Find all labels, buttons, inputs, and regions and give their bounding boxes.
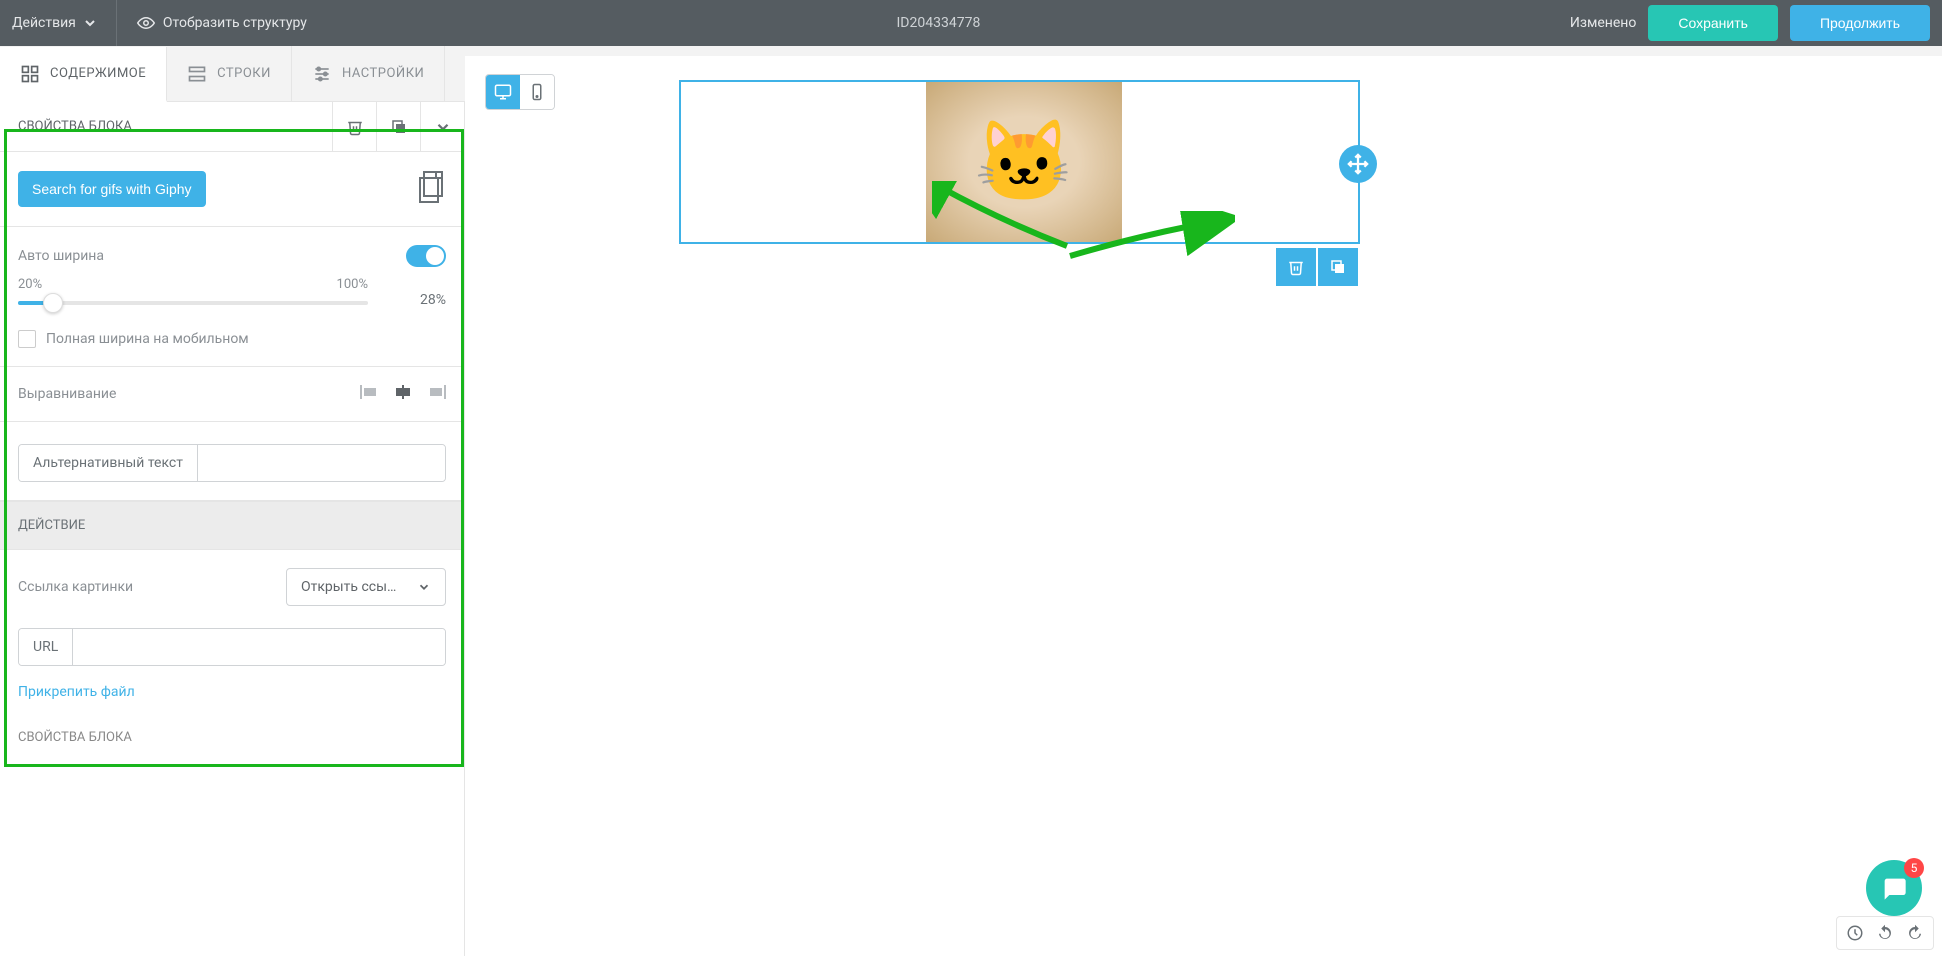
- eye-icon: [137, 14, 155, 32]
- slider-value: 28%: [420, 292, 446, 308]
- url-prefix: URL: [19, 629, 73, 665]
- selected-image-block[interactable]: [679, 80, 1360, 244]
- copy-icon: [1329, 258, 1347, 276]
- giphy-search-button[interactable]: Search for gifs with Giphy: [18, 171, 206, 207]
- actions-label: Действия: [12, 15, 76, 31]
- chevron-down-icon: [434, 118, 452, 136]
- undo-button[interactable]: [1871, 921, 1899, 945]
- files-icon: [416, 170, 446, 204]
- alignment-label: Выравнивание: [18, 386, 116, 402]
- redo-button[interactable]: [1901, 921, 1929, 945]
- history-icon: [1846, 924, 1864, 942]
- full-width-mobile-label: Полная ширина на мобильном: [46, 331, 249, 347]
- align-center-button[interactable]: [394, 385, 412, 403]
- width-slider[interactable]: [18, 301, 368, 305]
- attach-file-link[interactable]: Прикрепить файл: [0, 684, 464, 718]
- alt-text-input[interactable]: [198, 445, 445, 481]
- tab-content-label: СОДЕРЖИМОЕ: [50, 66, 146, 81]
- panel-title: СВОЙСТВА БЛОКА: [18, 119, 132, 134]
- alt-text-prefix: Альтернативный текст: [19, 445, 198, 481]
- align-right-icon: [428, 385, 446, 399]
- properties-sidebar: СВОЙСТВА БЛОКА Search for gifs with Giph…: [0, 102, 465, 956]
- files-button[interactable]: [416, 170, 446, 208]
- align-left-icon: [360, 385, 378, 399]
- action-section-title: ДЕЙСТВИЕ: [0, 501, 464, 550]
- move-handle[interactable]: [1339, 145, 1377, 183]
- duplicate-button[interactable]: [376, 102, 420, 151]
- desktop-icon: [494, 83, 512, 101]
- actions-menu[interactable]: Действия: [12, 0, 117, 46]
- document-id: ID204334778: [307, 15, 1570, 31]
- block-duplicate-button[interactable]: [1318, 248, 1358, 286]
- save-button[interactable]: Сохранить: [1648, 5, 1778, 41]
- panel-header: СВОЙСТВА БЛОКА: [0, 102, 464, 152]
- link-type-value: Открыть ссы…: [301, 579, 396, 595]
- chat-badge: 5: [1904, 858, 1924, 878]
- block-delete-button[interactable]: [1276, 248, 1316, 286]
- undo-icon: [1876, 924, 1894, 942]
- device-preview-toggle: [485, 74, 555, 110]
- slider-max: 100%: [337, 277, 368, 292]
- delete-button[interactable]: [332, 102, 376, 151]
- url-input[interactable]: [73, 629, 445, 665]
- trash-icon: [1287, 258, 1305, 276]
- redo-icon: [1906, 924, 1924, 942]
- show-structure-toggle[interactable]: Отобразить структуру: [137, 14, 307, 32]
- slider-min: 20%: [18, 277, 42, 292]
- continue-button[interactable]: Продолжить: [1790, 5, 1930, 41]
- tab-settings-label: НАСТРОЙКИ: [342, 66, 424, 81]
- auto-width-toggle[interactable]: [406, 245, 446, 267]
- copy-icon: [390, 118, 408, 136]
- show-structure-label: Отобразить структуру: [163, 15, 307, 31]
- tab-rows-label: СТРОКИ: [217, 66, 271, 81]
- move-icon: [1347, 153, 1369, 175]
- grid-icon: [20, 64, 40, 84]
- rows-icon: [187, 64, 207, 84]
- chevron-down-icon: [417, 580, 431, 594]
- block-toolbar: [1274, 248, 1358, 286]
- save-status: Изменено: [1570, 15, 1636, 31]
- url-group: URL: [18, 628, 446, 666]
- tab-settings[interactable]: НАСТРОЙКИ: [292, 46, 445, 101]
- link-type-select[interactable]: Открыть ссы…: [286, 568, 446, 606]
- align-right-button[interactable]: [428, 385, 446, 403]
- mobile-view-button[interactable]: [520, 75, 554, 109]
- top-bar: Действия Отобразить структуру ID20433477…: [0, 0, 1942, 46]
- collapse-button[interactable]: [420, 102, 464, 151]
- sliders-icon: [312, 64, 332, 84]
- align-center-icon: [394, 385, 412, 399]
- full-width-mobile-checkbox[interactable]: [18, 330, 36, 348]
- history-button[interactable]: [1841, 921, 1869, 945]
- history-toolbar: [1836, 916, 1934, 950]
- align-left-button[interactable]: [360, 385, 378, 403]
- alt-text-group: Альтернативный текст: [18, 444, 446, 482]
- lower-panel-title: СВОЙСТВА БЛОКА: [0, 718, 464, 757]
- editor-canvas: [465, 56, 1942, 956]
- cat-image: [926, 82, 1122, 242]
- image-link-label: Ссылка картинки: [18, 579, 133, 595]
- mobile-icon: [528, 83, 546, 101]
- auto-width-label: Авто ширина: [18, 248, 104, 264]
- chat-widget[interactable]: 5: [1866, 860, 1922, 916]
- desktop-view-button[interactable]: [486, 75, 520, 109]
- chevron-down-icon: [84, 17, 96, 29]
- chat-icon: [1880, 874, 1908, 902]
- tab-rows[interactable]: СТРОКИ: [167, 46, 292, 101]
- tab-content[interactable]: СОДЕРЖИМОЕ: [0, 47, 167, 102]
- trash-icon: [346, 118, 364, 136]
